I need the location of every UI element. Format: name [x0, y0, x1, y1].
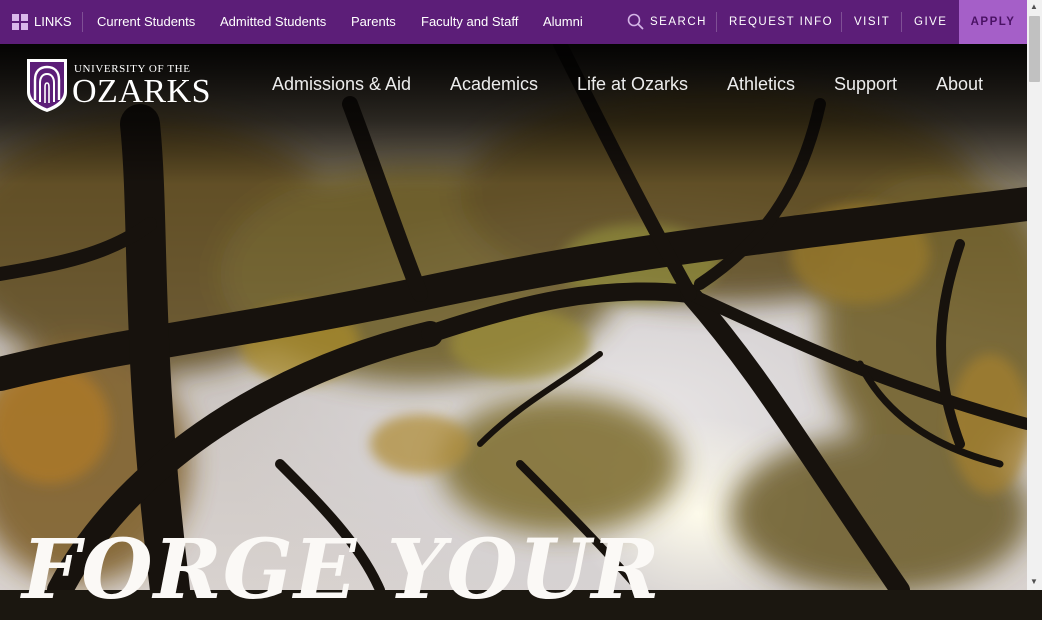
logo-line-2: OZARKS — [72, 73, 212, 110]
link-current-students[interactable]: Current Students — [97, 0, 195, 44]
divider — [841, 12, 842, 32]
scrollbar-thumb[interactable] — [1029, 16, 1040, 82]
nav-about[interactable]: About — [936, 74, 983, 95]
scroll-up-icon[interactable]: ▲ — [1030, 2, 1038, 12]
hero-headline: FORGE YOUR — [22, 522, 661, 618]
divider — [82, 12, 83, 32]
nav-academics[interactable]: Academics — [450, 74, 538, 95]
page-scrollbar[interactable]: ▲ ▼ — [1027, 0, 1042, 590]
visit-link[interactable]: VISIT — [854, 0, 890, 44]
link-admitted-students[interactable]: Admitted Students — [220, 0, 326, 44]
search-icon[interactable] — [627, 13, 644, 30]
link-parents[interactable]: Parents — [351, 0, 396, 44]
apply-button[interactable]: APPLY — [959, 0, 1027, 44]
links-menu-button[interactable]: LINKS — [34, 0, 72, 44]
utility-bar: LINKS Current Students Admitted Students… — [0, 0, 1027, 44]
shield-arch-icon — [27, 59, 67, 112]
divider — [716, 12, 717, 32]
scroll-down-icon[interactable]: ▼ — [1030, 577, 1038, 587]
divider — [901, 12, 902, 32]
request-info-link[interactable]: REQUEST INFO — [729, 0, 833, 44]
link-alumni[interactable]: Alumni — [543, 0, 583, 44]
hero-image — [0, 44, 1027, 590]
grid-icon[interactable] — [12, 14, 28, 30]
give-link[interactable]: GIVE — [914, 0, 947, 44]
search-button[interactable]: SEARCH — [650, 0, 707, 44]
nav-life-at-ozarks[interactable]: Life at Ozarks — [577, 74, 688, 95]
nav-athletics[interactable]: Athletics — [727, 74, 795, 95]
nav-admissions-aid[interactable]: Admissions & Aid — [272, 74, 411, 95]
link-faculty-staff[interactable]: Faculty and Staff — [421, 0, 518, 44]
nav-support[interactable]: Support — [834, 74, 897, 95]
university-logo[interactable]: UNIVERSITY OF THE OZARKS — [26, 58, 222, 114]
